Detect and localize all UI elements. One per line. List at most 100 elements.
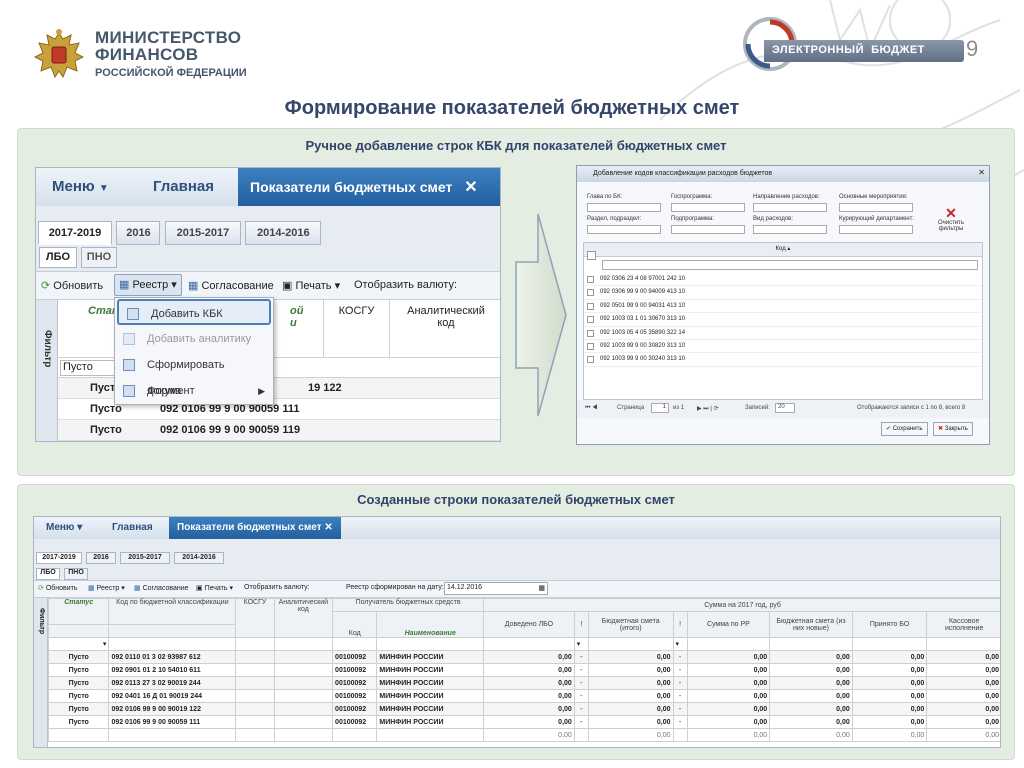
header-lbo[interactable]: Доведено ЛБО <box>483 611 575 638</box>
registry-button[interactable]: ▦ Реестр ▾ <box>114 274 182 296</box>
header-cash[interactable]: Кассовое исполнение <box>926 611 1000 638</box>
row-checkbox[interactable] <box>587 329 594 337</box>
code-list-item[interactable]: 092 1003 03 1 01 30670 313 10 <box>584 313 982 327</box>
filter-input[interactable] <box>839 225 913 234</box>
result-refresh-button[interactable]: ⟳ Обновить <box>38 584 78 592</box>
dialog-filter-input[interactable] <box>602 260 978 270</box>
result-tab-pno[interactable]: ПНО <box>64 568 88 580</box>
result-registry-button[interactable]: ▦ Реестр ▾ <box>88 584 125 592</box>
row-checkbox[interactable] <box>587 316 594 324</box>
result-close-tab-icon[interactable]: ✕ <box>324 522 332 533</box>
filter-input[interactable] <box>753 225 827 234</box>
filter-sidebar[interactable]: Фильтр <box>36 300 58 441</box>
menu-item-generate-document[interactable]: Сформировать документ <box>115 352 273 397</box>
code-list-item[interactable]: 092 0501 99 9 00 94031 413 10 <box>584 300 982 314</box>
header-budget[interactable]: Бюджетная смета (итого) <box>587 611 674 638</box>
menu-item-add-kbk[interactable]: Добавить КБК <box>117 299 271 325</box>
save-button[interactable]: ✔ Сохранить <box>881 422 928 436</box>
close-button[interactable]: ✖ Закрыть <box>933 422 973 436</box>
menu-item-add-analytics[interactable]: Добавить аналитику <box>115 326 273 352</box>
filter-cell[interactable] <box>376 637 485 651</box>
table-row[interactable]: Пусто 092 0106 99 9 00 90059 111 00100092 М… <box>47 715 1000 729</box>
filter-cell[interactable] <box>483 637 575 651</box>
header-rec-name[interactable]: Наименование <box>376 611 485 638</box>
filter-cell[interactable] <box>587 637 674 651</box>
code-list-item[interactable]: 092 1003 05 4 05 35890 322 14 <box>584 327 982 340</box>
tab-2015-2017[interactable]: 2015-2017 <box>164 221 241 245</box>
table-row[interactable]: Пусто 092 0401 16 Д 01 90019 244 00100092 М… <box>47 689 1000 703</box>
row-checkbox[interactable] <box>587 276 594 283</box>
result-tab-2016[interactable]: 2016 <box>86 552 116 564</box>
result-approval-button[interactable]: ▦ Согласование <box>134 584 189 592</box>
filter-dropdown-icon[interactable]: ▾ <box>573 637 589 651</box>
tab-2014-2016[interactable]: 2014-2016 <box>245 221 322 245</box>
refresh-button[interactable]: ⟳ Обновить <box>41 279 103 292</box>
result-active-tab[interactable]: Показатели бюджетных смет ✕ <box>169 517 341 539</box>
home-link[interactable]: Главная <box>153 178 214 195</box>
result-print-button[interactable]: ▣ Печать ▾ <box>196 584 233 592</box>
menu-item-form[interactable]: Форма ▶ <box>115 378 273 404</box>
header-bo[interactable]: Принято БО <box>851 611 928 638</box>
header-analytic[interactable]: Аналитический код <box>273 598 334 638</box>
filter-cell[interactable] <box>851 637 928 651</box>
result-tab-2017-2019[interactable]: 2017-2019 <box>36 552 82 564</box>
filter-cell[interactable] <box>235 637 275 651</box>
filter-input[interactable] <box>671 225 745 234</box>
header-budget-new[interactable]: Бюджетная смета (из них новые) <box>769 611 853 638</box>
header-rr[interactable]: Сумма по РР <box>686 611 771 638</box>
status-filter-input[interactable]: ▾ <box>47 637 110 651</box>
filter-dropdown-icon[interactable]: ▾ <box>672 637 688 651</box>
code-list-item[interactable]: 092 0306 23 4 08 97001 242 10 <box>584 273 982 287</box>
menu-button[interactable]: Меню ▼ <box>52 178 109 195</box>
tab-pno[interactable]: ПНО <box>81 247 117 268</box>
header-status[interactable]: Статус <box>47 598 110 625</box>
row-checkbox[interactable] <box>587 356 594 364</box>
filter-input[interactable] <box>839 203 913 212</box>
tab-2016[interactable]: 2016 <box>116 221 161 245</box>
filter-cell[interactable] <box>769 637 853 651</box>
pager-records-input[interactable]: 20 <box>775 403 795 413</box>
code-list-item[interactable]: 092 0306 99 9 00 94009 413 10 <box>584 286 982 300</box>
filter-cell[interactable] <box>108 637 237 651</box>
pager-page-input[interactable]: 1 <box>651 403 669 413</box>
header-rec-code[interactable]: Код <box>332 611 378 638</box>
select-all-checkbox[interactable] <box>587 251 596 260</box>
result-menu-button[interactable]: Меню ▾ <box>46 522 82 533</box>
filter-cell[interactable] <box>926 637 1000 651</box>
row-checkbox[interactable] <box>587 289 594 297</box>
filter-cell[interactable] <box>332 637 378 651</box>
header-kosgu[interactable]: КОСГУ <box>324 300 390 358</box>
tab-lbo[interactable]: ЛБО <box>39 247 77 268</box>
code-list-item[interactable]: 092 1003 99 9 00 30820 313 10 <box>584 340 982 354</box>
table-row[interactable]: Пусто 092 0110 01 3 02 93987 612 00100092 М… <box>47 650 1000 664</box>
result-home-link[interactable]: Главная <box>112 522 153 533</box>
filter-input[interactable] <box>753 203 827 212</box>
dialog-close-icon[interactable]: ✕ <box>978 168 985 177</box>
print-button[interactable]: ▣ Печать ▾ <box>282 279 340 292</box>
tab-2017-2019[interactable]: 2017-2019 <box>38 221 112 245</box>
header-kosgu[interactable]: КОСГУ <box>235 598 275 638</box>
header-analytic[interactable]: Аналитический код <box>390 300 500 358</box>
clear-filters-button[interactable]: ✕ Очистить фильтры <box>933 206 969 232</box>
close-tab-icon[interactable]: ✕ <box>464 179 477 196</box>
pager-next-icon[interactable]: ▶ ⏭ | ⟳ <box>697 405 719 413</box>
filter-cell[interactable] <box>273 637 334 651</box>
row-checkbox[interactable] <box>587 302 594 310</box>
header-code[interactable]: Код по бюджетной классификации <box>108 598 237 625</box>
filter-cell[interactable] <box>108 624 237 638</box>
filter-cell[interactable] <box>47 624 110 638</box>
filter-cell[interactable] <box>686 637 771 651</box>
filter-input[interactable] <box>587 203 661 212</box>
result-tab-lbo[interactable]: ЛБО <box>36 568 60 580</box>
filter-input[interactable] <box>671 203 745 212</box>
row-checkbox[interactable] <box>587 342 594 350</box>
code-list-item[interactable]: 092 1003 99 9 00 30240 313 10 <box>584 353 982 367</box>
table-row[interactable]: Пусто 092 0901 01 2 10 54010 611 00100092 М… <box>47 663 1000 677</box>
approval-button[interactable]: ▦ Согласование <box>188 279 274 292</box>
filter-input[interactable] <box>587 225 661 234</box>
table-row[interactable]: Пусто 092 0106 99 9 00 90019 122 00100092 М… <box>47 702 1000 716</box>
result-tab-2014-2016[interactable]: 2014-2016 <box>174 552 224 564</box>
table-row[interactable]: Пусто 092 0113 27 3 02 90019 244 00100092 М… <box>47 676 1000 690</box>
active-tab[interactable]: Показатели бюджетных смет ✕ <box>238 168 500 206</box>
result-tab-2015-2017[interactable]: 2015-2017 <box>120 552 170 564</box>
